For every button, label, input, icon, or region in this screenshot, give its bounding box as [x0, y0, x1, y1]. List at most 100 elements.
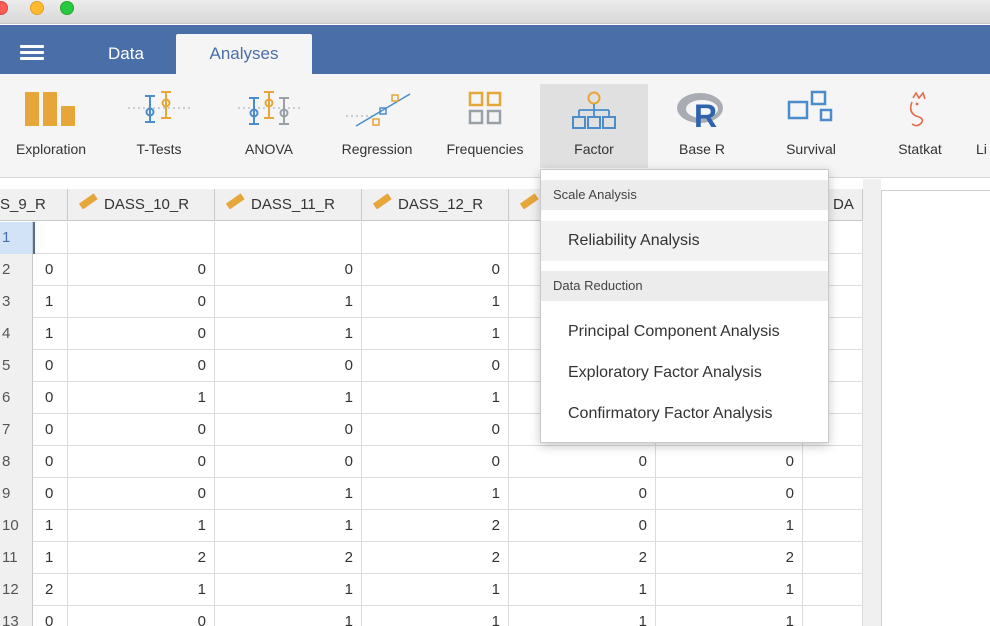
row-number[interactable]: 11	[0, 542, 33, 574]
table-cell[interactable]: 1	[656, 574, 803, 606]
table-cell[interactable]: 0	[33, 446, 68, 478]
table-cell[interactable]	[803, 478, 863, 510]
ribbon-button-factor[interactable]: Factor	[540, 84, 648, 168]
table-cell[interactable]: 2	[33, 574, 68, 606]
row-number[interactable]: 4	[0, 318, 33, 350]
table-cell[interactable]: 2	[215, 542, 362, 574]
table-cell[interactable]: 1	[215, 382, 362, 414]
table-cell[interactable]: 0	[33, 606, 68, 626]
table-cell[interactable]: 1	[362, 574, 509, 606]
table-cell[interactable]: 1	[33, 318, 68, 350]
menu-item-reliability-analysis[interactable]: Reliability Analysis	[541, 221, 828, 261]
ribbon-button-frequencies[interactable]: Frequencies	[438, 84, 532, 168]
table-cell[interactable]: 1	[362, 606, 509, 626]
table-cell[interactable]	[803, 510, 863, 542]
row-number[interactable]: 6	[0, 382, 33, 414]
table-cell[interactable]: 1	[362, 318, 509, 350]
table-cell[interactable]: 0	[656, 478, 803, 510]
table-cell[interactable]: 1	[215, 510, 362, 542]
table-cell[interactable]: 1	[656, 510, 803, 542]
row-number[interactable]: 9	[0, 478, 33, 510]
table-cell[interactable]: 1	[215, 318, 362, 350]
table-cell[interactable]: 1	[509, 606, 656, 626]
table-cell[interactable]	[68, 222, 215, 254]
table-cell[interactable]: 1	[33, 510, 68, 542]
tab-analyses[interactable]: Analyses	[176, 34, 312, 74]
table-cell[interactable]: 1	[215, 606, 362, 626]
table-cell[interactable]: 1	[362, 286, 509, 318]
table-cell[interactable]	[803, 542, 863, 574]
table-cell[interactable]: 2	[509, 542, 656, 574]
table-cell[interactable]: 2	[68, 542, 215, 574]
table-cell[interactable]: 1	[362, 382, 509, 414]
table-cell[interactable]: 2	[362, 510, 509, 542]
column-header[interactable]: S_9_R	[0, 189, 68, 221]
table-cell[interactable]: 1	[33, 542, 68, 574]
table-cell[interactable]: 0	[68, 350, 215, 382]
menu-item-exploratory-factor-analysis[interactable]: Exploratory Factor Analysis	[541, 353, 828, 393]
table-cell[interactable]: 1	[68, 382, 215, 414]
table-cell[interactable]: 0	[656, 446, 803, 478]
table-cell[interactable]	[362, 222, 509, 254]
table-cell[interactable]: 0	[215, 350, 362, 382]
ribbon-button-regression[interactable]: Regression	[334, 84, 420, 168]
row-number[interactable]: 8	[0, 446, 33, 478]
table-cell[interactable]: 0	[68, 478, 215, 510]
table-cell[interactable]: 1	[215, 478, 362, 510]
column-header[interactable]: DASS_10_R	[68, 189, 215, 221]
table-cell[interactable]: 2	[656, 542, 803, 574]
table-cell[interactable]: 0	[509, 446, 656, 478]
tab-data[interactable]: Data	[80, 34, 172, 74]
row-number[interactable]: 13	[0, 606, 33, 626]
table-cell[interactable]	[803, 606, 863, 626]
table-cell[interactable]: 0	[33, 382, 68, 414]
row-number[interactable]: 2	[0, 254, 33, 286]
ribbon-button-survival[interactable]: Survival	[768, 84, 854, 168]
table-cell[interactable]: 0	[33, 350, 68, 382]
table-cell[interactable]: 2	[362, 542, 509, 574]
table-cell[interactable]: 0	[33, 254, 68, 286]
table-cell[interactable]: 0	[68, 254, 215, 286]
table-cell[interactable]: 0	[68, 606, 215, 626]
row-number[interactable]: 1	[0, 222, 33, 254]
minimize-window-button[interactable]	[30, 1, 44, 15]
row-number[interactable]: 3	[0, 286, 33, 318]
table-cell[interactable]	[803, 574, 863, 606]
row-number[interactable]: 12	[0, 574, 33, 606]
table-cell[interactable]: 0	[33, 478, 68, 510]
table-cell[interactable]: 0	[509, 510, 656, 542]
table-cell[interactable]: 0	[215, 254, 362, 286]
table-cell[interactable]: 1	[68, 574, 215, 606]
column-header[interactable]: DASS_12_R	[362, 189, 509, 221]
zoom-window-button[interactable]	[60, 1, 74, 15]
ribbon-button-statkat[interactable]: Statkat	[880, 84, 960, 168]
table-cell[interactable]: 0	[362, 446, 509, 478]
ribbon-button-base-r[interactable]: R Base R	[660, 84, 744, 168]
row-number[interactable]: 7	[0, 414, 33, 446]
table-cell[interactable]: 1	[33, 286, 68, 318]
table-cell[interactable]: 0	[68, 446, 215, 478]
table-cell[interactable]: 1	[362, 478, 509, 510]
ribbon-button-ttests[interactable]: T-Tests	[116, 84, 202, 168]
menu-item-principal-component-analysis[interactable]: Principal Component Analysis	[541, 312, 828, 352]
table-cell[interactable]: 1	[509, 574, 656, 606]
table-cell[interactable]: 0	[362, 414, 509, 446]
table-cell[interactable]	[803, 446, 863, 478]
table-cell[interactable]: 0	[215, 446, 362, 478]
ribbon-button-exploration[interactable]: Exploration	[4, 84, 98, 168]
table-cell[interactable]: 0	[509, 478, 656, 510]
row-number[interactable]: 10	[0, 510, 33, 542]
close-window-button[interactable]	[0, 1, 8, 15]
table-cell[interactable]: 0	[33, 414, 68, 446]
menu-item-confirmatory-factor-analysis[interactable]: Confirmatory Factor Analysis	[541, 394, 828, 434]
table-cell[interactable]: 0	[68, 414, 215, 446]
table-cell[interactable]: 0	[68, 286, 215, 318]
table-cell[interactable]: 0	[68, 318, 215, 350]
table-cell[interactable]: 1	[215, 286, 362, 318]
table-cell[interactable]: 0	[362, 350, 509, 382]
table-cell[interactable]	[33, 222, 68, 254]
table-cell[interactable]: 1	[68, 510, 215, 542]
ribbon-button-linear-models[interactable]: Li	[972, 84, 990, 168]
table-cell[interactable]	[215, 222, 362, 254]
table-cell[interactable]: 1	[656, 606, 803, 626]
